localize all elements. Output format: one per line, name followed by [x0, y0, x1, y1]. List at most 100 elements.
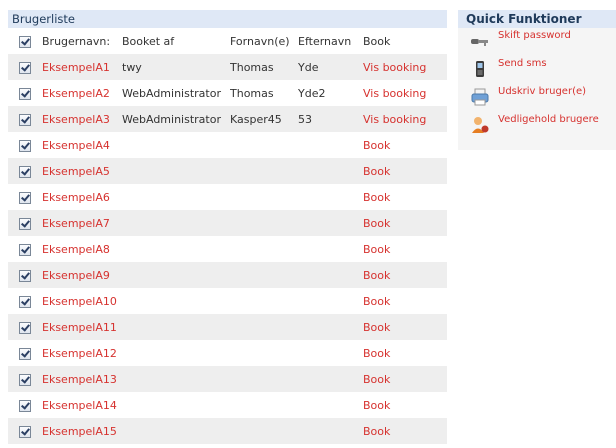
checkbox-checked-icon[interactable] [19, 61, 31, 74]
quick-item-maintain-users[interactable]: Vedligehold brugere [458, 112, 616, 140]
checkbox-checked-icon[interactable] [19, 295, 31, 308]
row-checkbox[interactable] [8, 288, 42, 314]
checkbox-checked-icon[interactable] [19, 425, 31, 438]
row-checkbox[interactable] [8, 418, 42, 444]
book-action-link[interactable]: Book [363, 236, 447, 262]
table-row: EksempelA1 twy Thomas Yde Vis booking [8, 54, 447, 80]
first-name-cell: Thomas [230, 80, 298, 106]
checkbox-checked-icon[interactable] [19, 165, 31, 178]
key-icon [470, 32, 490, 50]
last-name-cell [298, 132, 363, 158]
username-link[interactable]: EksempelA9 [42, 262, 122, 288]
column-header-book: Book [363, 28, 447, 54]
booked-by-cell [122, 236, 230, 262]
quick-item-print-users[interactable]: Udskriv bruger(e) [458, 84, 616, 112]
column-header-first-name: Fornavn(e) [230, 28, 298, 54]
booked-by-cell [122, 262, 230, 288]
last-name-cell [298, 262, 363, 288]
row-checkbox[interactable] [8, 158, 42, 184]
quick-item-change-password[interactable]: Skift password [458, 28, 616, 56]
first-name-cell [230, 340, 298, 366]
last-name-cell [298, 340, 363, 366]
checkbox-checked-icon[interactable] [19, 321, 31, 334]
table-row: EksempelA10 Book [8, 288, 447, 314]
booked-by-cell [122, 366, 230, 392]
username-link[interactable]: EksempelA5 [42, 158, 122, 184]
row-checkbox[interactable] [8, 314, 42, 340]
checkbox-checked-icon[interactable] [19, 269, 31, 282]
username-link[interactable]: EksempelA2 [42, 80, 122, 106]
quick-item-send-sms[interactable]: Send sms [458, 56, 616, 84]
book-action-link[interactable]: Book [363, 366, 447, 392]
row-checkbox[interactable] [8, 54, 42, 80]
row-checkbox[interactable] [8, 132, 42, 158]
book-action-link[interactable]: Book [363, 340, 447, 366]
quick-item-label: Send sms [498, 58, 547, 69]
book-action-link[interactable]: Book [363, 184, 447, 210]
first-name-cell [230, 210, 298, 236]
last-name-cell [298, 314, 363, 340]
last-name-cell [298, 418, 363, 444]
username-link[interactable]: EksempelA7 [42, 210, 122, 236]
booked-by-cell [122, 184, 230, 210]
row-checkbox[interactable] [8, 392, 42, 418]
user-table: Brugernavn: Booket af Fornavn(e) Efterna… [8, 28, 447, 444]
table-row: EksempelA8 Book [8, 236, 447, 262]
username-link[interactable]: EksempelA11 [42, 314, 122, 340]
row-checkbox[interactable] [8, 184, 42, 210]
row-checkbox[interactable] [8, 262, 42, 288]
last-name-cell: Yde [298, 54, 363, 80]
checkbox-checked-icon[interactable] [19, 373, 31, 386]
username-link[interactable]: EksempelA4 [42, 132, 122, 158]
row-checkbox[interactable] [8, 210, 42, 236]
row-checkbox[interactable] [8, 366, 42, 392]
checkbox-checked-icon[interactable] [19, 217, 31, 230]
book-action-link[interactable]: Book [363, 392, 447, 418]
first-name-cell [230, 262, 298, 288]
username-link[interactable]: EksempelA3 [42, 106, 122, 132]
book-action-link[interactable]: Book [363, 158, 447, 184]
row-checkbox[interactable] [8, 80, 42, 106]
book-action-link[interactable]: Vis booking [363, 80, 447, 106]
username-link[interactable]: EksempelA15 [42, 418, 122, 444]
booked-by-cell [122, 288, 230, 314]
checkbox-checked-icon[interactable] [19, 87, 31, 100]
last-name-cell: Yde2 [298, 80, 363, 106]
row-checkbox[interactable] [8, 236, 42, 262]
book-action-link[interactable]: Book [363, 210, 447, 236]
panel-title: Brugerliste [8, 10, 447, 28]
checkbox-checked-icon[interactable] [19, 139, 31, 152]
checkbox-checked-icon[interactable] [19, 347, 31, 360]
book-action-link[interactable]: Book [363, 314, 447, 340]
book-action-link[interactable]: Vis booking [363, 106, 447, 132]
username-link[interactable]: EksempelA14 [42, 392, 122, 418]
booked-by-cell: WebAdministrator [122, 106, 230, 132]
username-link[interactable]: EksempelA12 [42, 340, 122, 366]
select-all-checkbox[interactable] [8, 28, 42, 54]
book-action-link[interactable]: Book [363, 262, 447, 288]
last-name-cell [298, 236, 363, 262]
book-action-link[interactable]: Book [363, 132, 447, 158]
checkbox-checked-icon[interactable] [19, 243, 31, 256]
username-link[interactable]: EksempelA1 [42, 54, 122, 80]
checkbox-checked-icon[interactable] [19, 113, 31, 126]
row-checkbox[interactable] [8, 340, 42, 366]
first-name-cell [230, 366, 298, 392]
book-action-link[interactable]: Book [363, 288, 447, 314]
table-row: EksempelA12 Book [8, 340, 447, 366]
checkbox-checked-icon[interactable] [19, 399, 31, 412]
username-link[interactable]: EksempelA10 [42, 288, 122, 314]
row-checkbox[interactable] [8, 106, 42, 132]
book-action-link[interactable]: Vis booking [363, 54, 447, 80]
book-action-link[interactable]: Book [363, 418, 447, 444]
username-link[interactable]: EksempelA8 [42, 236, 122, 262]
table-row: EksempelA15 Book [8, 418, 447, 444]
table-row: EksempelA11 Book [8, 314, 447, 340]
table-row: EksempelA2 WebAdministrator Thomas Yde2 Vis … [8, 80, 447, 106]
checkbox-checked-icon[interactable] [19, 191, 31, 204]
column-header-last-name: Efternavn [298, 28, 363, 54]
booked-by-cell [122, 314, 230, 340]
username-link[interactable]: EksempelA6 [42, 184, 122, 210]
username-link[interactable]: EksempelA13 [42, 366, 122, 392]
first-name-cell [230, 132, 298, 158]
